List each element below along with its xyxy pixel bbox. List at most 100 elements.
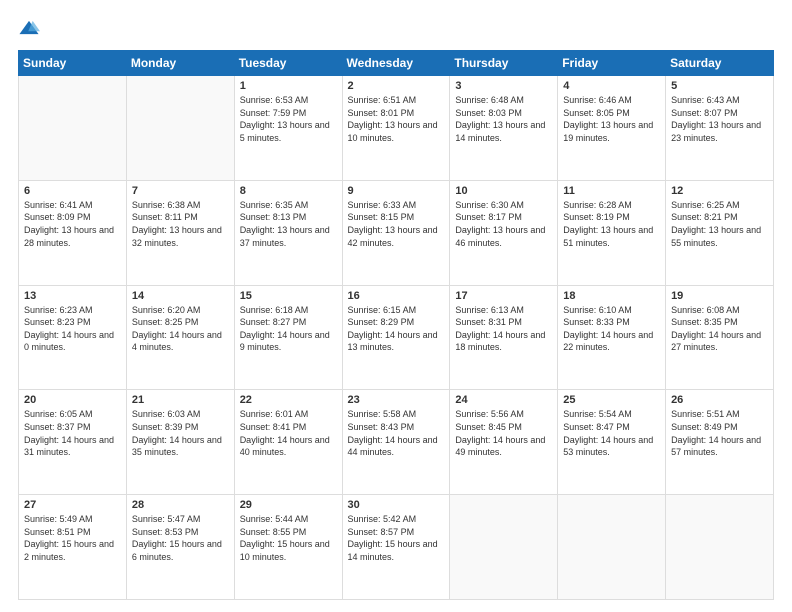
day-info: Sunrise: 6:43 AM Sunset: 8:07 PM Dayligh… — [671, 94, 768, 144]
header — [18, 18, 774, 40]
day-cell: 8Sunrise: 6:35 AM Sunset: 8:13 PM Daylig… — [234, 180, 342, 285]
day-info: Sunrise: 6:38 AM Sunset: 8:11 PM Dayligh… — [132, 199, 229, 249]
day-info: Sunrise: 6:01 AM Sunset: 8:41 PM Dayligh… — [240, 408, 337, 458]
day-cell: 28 Sunrise: 5:47 AM Sunset: 8:53 PM Dayli… — [126, 495, 234, 600]
day-cell: 11 Sunrise: 6:28 AM Sunset: 8:19 PM Dayli… — [558, 180, 666, 285]
day-number: 6 — [24, 185, 121, 197]
day-number: 19 — [671, 290, 768, 302]
week-row-4: 27 Sunrise: 5:49 AM Sunset: 8:51 PM Dayli… — [19, 495, 774, 600]
day-number: 14 — [132, 290, 229, 302]
day-cell: 15 Sunrise: 6:18 AM Sunset: 8:27 PM Dayli… — [234, 285, 342, 390]
day-cell: 29 Sunrise: 5:44 AM Sunset: 8:55 PM Dayli… — [234, 495, 342, 600]
day-info: Sunrise: 5:44 AM Sunset: 8:55 PM Dayligh… — [240, 513, 337, 563]
day-number: 10 — [455, 185, 552, 197]
day-cell: 2Sunrise: 6:51 AM Sunset: 8:01 PM Daylig… — [342, 76, 450, 181]
day-info: Sunrise: 5:47 AM Sunset: 8:53 PM Dayligh… — [132, 513, 229, 563]
day-cell: 27 Sunrise: 5:49 AM Sunset: 8:51 PM Dayli… — [19, 495, 127, 600]
day-info: Sunrise: 6:05 AM Sunset: 8:37 PM Dayligh… — [24, 408, 121, 458]
day-cell: 16 Sunrise: 6:15 AM Sunset: 8:29 PM Dayli… — [342, 285, 450, 390]
col-header-thursday: Thursday — [450, 51, 558, 76]
day-number: 16 — [348, 290, 445, 302]
day-number: 25 — [563, 394, 660, 406]
day-info: Sunrise: 6:10 AM Sunset: 8:33 PM Dayligh… — [563, 304, 660, 354]
day-number: 18 — [563, 290, 660, 302]
day-number: 24 — [455, 394, 552, 406]
day-info: Sunrise: 6:33 AM Sunset: 8:15 PM Dayligh… — [348, 199, 445, 249]
day-cell: 7 Sunrise: 6:38 AM Sunset: 8:11 PM Daylig… — [126, 180, 234, 285]
col-header-friday: Friday — [558, 51, 666, 76]
logo — [18, 18, 44, 40]
day-info: Sunrise: 5:42 AM Sunset: 8:57 PM Dayligh… — [348, 513, 445, 563]
day-cell — [19, 76, 127, 181]
day-cell: 25 Sunrise: 5:54 AM Sunset: 8:47 PM Dayli… — [558, 390, 666, 495]
col-header-saturday: Saturday — [666, 51, 774, 76]
day-info: Sunrise: 6:41 AM Sunset: 8:09 PM Dayligh… — [24, 199, 121, 249]
day-info: Sunrise: 6:13 AM Sunset: 8:31 PM Dayligh… — [455, 304, 552, 354]
day-cell: 30Sunrise: 5:42 AM Sunset: 8:57 PM Dayli… — [342, 495, 450, 600]
day-cell: 5 Sunrise: 6:43 AM Sunset: 8:07 PM Daylig… — [666, 76, 774, 181]
day-cell: 19 Sunrise: 6:08 AM Sunset: 8:35 PM Dayli… — [666, 285, 774, 390]
day-number: 4 — [563, 80, 660, 92]
day-cell — [126, 76, 234, 181]
day-number: 26 — [671, 394, 768, 406]
day-info: Sunrise: 6:25 AM Sunset: 8:21 PM Dayligh… — [671, 199, 768, 249]
col-header-tuesday: Tuesday — [234, 51, 342, 76]
week-row-1: 6 Sunrise: 6:41 AM Sunset: 8:09 PM Daylig… — [19, 180, 774, 285]
day-number: 8 — [240, 185, 337, 197]
day-number: 20 — [24, 394, 121, 406]
col-header-sunday: Sunday — [19, 51, 127, 76]
day-number: 27 — [24, 499, 121, 511]
day-cell: 10 Sunrise: 6:30 AM Sunset: 8:17 PM Dayli… — [450, 180, 558, 285]
day-cell: 17 Sunrise: 6:13 AM Sunset: 8:31 PM Dayli… — [450, 285, 558, 390]
day-number: 7 — [132, 185, 229, 197]
day-number: 11 — [563, 185, 660, 197]
col-header-monday: Monday — [126, 51, 234, 76]
day-cell: 9 Sunrise: 6:33 AM Sunset: 8:15 PM Daylig… — [342, 180, 450, 285]
day-number: 5 — [671, 80, 768, 92]
day-cell — [666, 495, 774, 600]
day-cell: 26Sunrise: 5:51 AM Sunset: 8:49 PM Dayli… — [666, 390, 774, 495]
calendar-header-row: SundayMondayTuesdayWednesdayThursdayFrid… — [19, 51, 774, 76]
day-number: 12 — [671, 185, 768, 197]
day-cell: 3Sunrise: 6:48 AM Sunset: 8:03 PM Daylig… — [450, 76, 558, 181]
day-info: Sunrise: 5:49 AM Sunset: 8:51 PM Dayligh… — [24, 513, 121, 563]
day-cell: 18 Sunrise: 6:10 AM Sunset: 8:33 PM Dayli… — [558, 285, 666, 390]
page: SundayMondayTuesdayWednesdayThursdayFrid… — [0, 0, 792, 612]
day-number: 28 — [132, 499, 229, 511]
day-info: Sunrise: 5:56 AM Sunset: 8:45 PM Dayligh… — [455, 408, 552, 458]
day-number: 22 — [240, 394, 337, 406]
day-cell: 22 Sunrise: 6:01 AM Sunset: 8:41 PM Dayli… — [234, 390, 342, 495]
day-info: Sunrise: 6:18 AM Sunset: 8:27 PM Dayligh… — [240, 304, 337, 354]
day-info: Sunrise: 5:54 AM Sunset: 8:47 PM Dayligh… — [563, 408, 660, 458]
col-header-wednesday: Wednesday — [342, 51, 450, 76]
day-info: Sunrise: 6:08 AM Sunset: 8:35 PM Dayligh… — [671, 304, 768, 354]
week-row-0: 1 Sunrise: 6:53 AM Sunset: 7:59 PM Daylig… — [19, 76, 774, 181]
day-info: Sunrise: 6:51 AM Sunset: 8:01 PM Dayligh… — [348, 94, 445, 144]
day-cell: 4 Sunrise: 6:46 AM Sunset: 8:05 PM Daylig… — [558, 76, 666, 181]
day-info: Sunrise: 6:30 AM Sunset: 8:17 PM Dayligh… — [455, 199, 552, 249]
day-cell: 23 Sunrise: 5:58 AM Sunset: 8:43 PM Dayli… — [342, 390, 450, 495]
day-cell: 21 Sunrise: 6:03 AM Sunset: 8:39 PM Dayli… — [126, 390, 234, 495]
day-number: 1 — [240, 80, 337, 92]
week-row-3: 20 Sunrise: 6:05 AM Sunset: 8:37 PM Dayli… — [19, 390, 774, 495]
day-info: Sunrise: 6:23 AM Sunset: 8:23 PM Dayligh… — [24, 304, 121, 354]
day-info: Sunrise: 6:46 AM Sunset: 8:05 PM Dayligh… — [563, 94, 660, 144]
calendar-table: SundayMondayTuesdayWednesdayThursdayFrid… — [18, 50, 774, 600]
day-cell: 20 Sunrise: 6:05 AM Sunset: 8:37 PM Dayli… — [19, 390, 127, 495]
day-info: Sunrise: 5:58 AM Sunset: 8:43 PM Dayligh… — [348, 408, 445, 458]
day-number: 15 — [240, 290, 337, 302]
day-info: Sunrise: 6:03 AM Sunset: 8:39 PM Dayligh… — [132, 408, 229, 458]
day-cell — [450, 495, 558, 600]
day-info: Sunrise: 6:15 AM Sunset: 8:29 PM Dayligh… — [348, 304, 445, 354]
day-info: Sunrise: 6:28 AM Sunset: 8:19 PM Dayligh… — [563, 199, 660, 249]
day-info: Sunrise: 6:20 AM Sunset: 8:25 PM Dayligh… — [132, 304, 229, 354]
day-number: 9 — [348, 185, 445, 197]
day-cell: 1 Sunrise: 6:53 AM Sunset: 7:59 PM Daylig… — [234, 76, 342, 181]
day-number: 21 — [132, 394, 229, 406]
day-number: 13 — [24, 290, 121, 302]
day-number: 17 — [455, 290, 552, 302]
day-number: 29 — [240, 499, 337, 511]
day-info: Sunrise: 6:53 AM Sunset: 7:59 PM Dayligh… — [240, 94, 337, 144]
day-cell: 6 Sunrise: 6:41 AM Sunset: 8:09 PM Daylig… — [19, 180, 127, 285]
day-number: 23 — [348, 394, 445, 406]
